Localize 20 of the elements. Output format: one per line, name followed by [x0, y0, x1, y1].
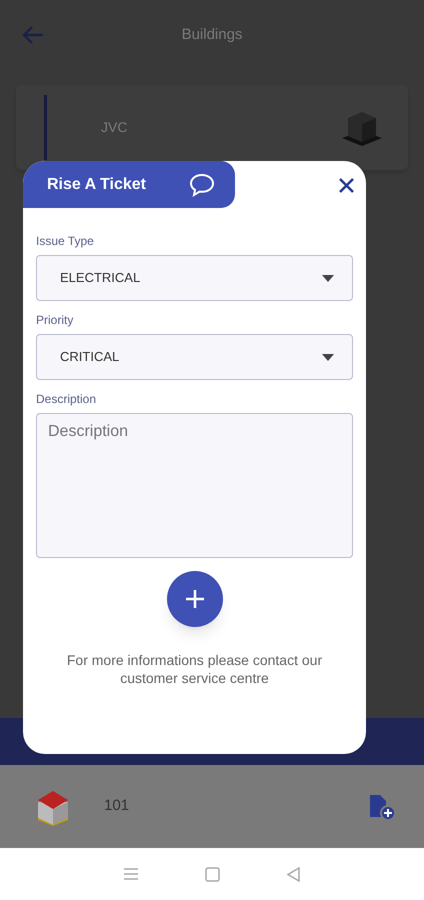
home-square-icon[interactable]	[205, 866, 220, 882]
header-title: Buildings	[180, 24, 244, 45]
caret-icon	[322, 354, 334, 360]
description-field[interactable]: Description	[36, 413, 353, 558]
field-label: Issue Type	[36, 233, 95, 250]
menu-icon[interactable]	[123, 867, 139, 881]
back-triangle-icon[interactable]	[286, 866, 301, 882]
unit-name: 101	[104, 796, 130, 816]
close-icon[interactable]	[339, 178, 354, 193]
caret-icon	[322, 274, 334, 282]
back-arrow-icon[interactable]	[22, 26, 44, 44]
field-label: Description	[36, 391, 98, 408]
contact-info-text: For more informations please contact our customer service centre	[66, 651, 324, 687]
chat-bubble-icon	[189, 172, 215, 196]
dropdown-field[interactable]: ELECTRICAL	[36, 255, 353, 301]
dropdown-field[interactable]: CRITICAL	[36, 334, 353, 380]
field-label: Priority	[36, 312, 74, 329]
document-add-icon[interactable]	[368, 792, 396, 820]
building-name: JVC	[101, 118, 128, 137]
plus-icon	[184, 589, 204, 609]
